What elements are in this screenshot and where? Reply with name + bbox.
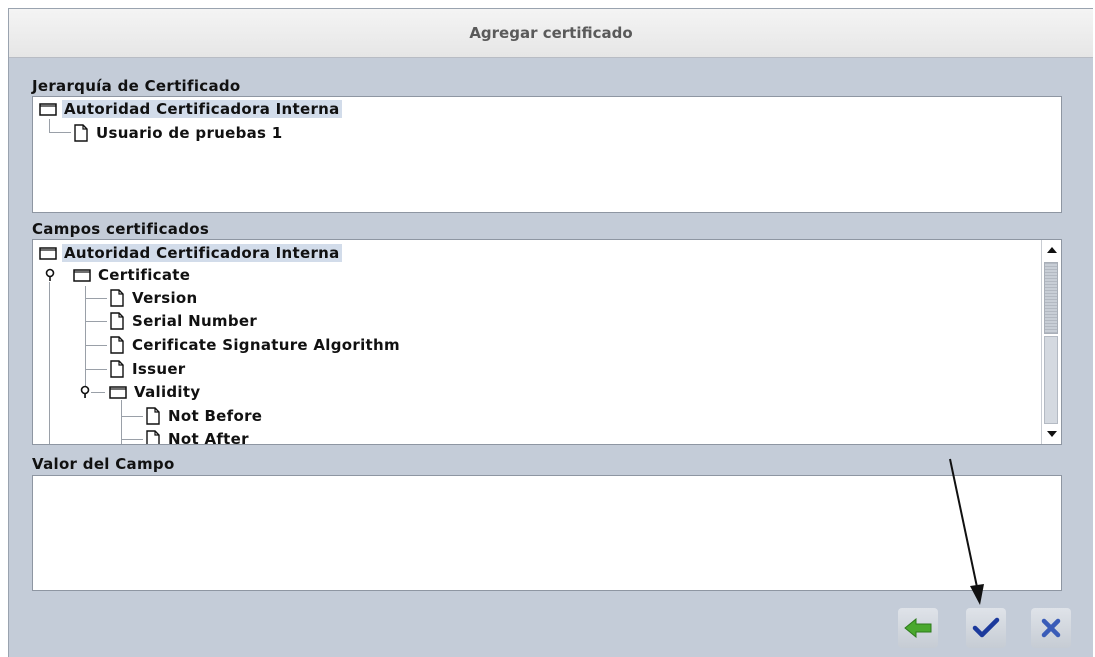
cancel-button[interactable] <box>1031 608 1071 648</box>
back-arrow-icon <box>904 618 932 638</box>
close-x-icon <box>1041 618 1061 638</box>
annotation-arrow <box>949 458 984 605</box>
accept-button[interactable] <box>966 608 1006 648</box>
back-button[interactable] <box>898 608 938 648</box>
checkmark-icon <box>972 617 1000 638</box>
